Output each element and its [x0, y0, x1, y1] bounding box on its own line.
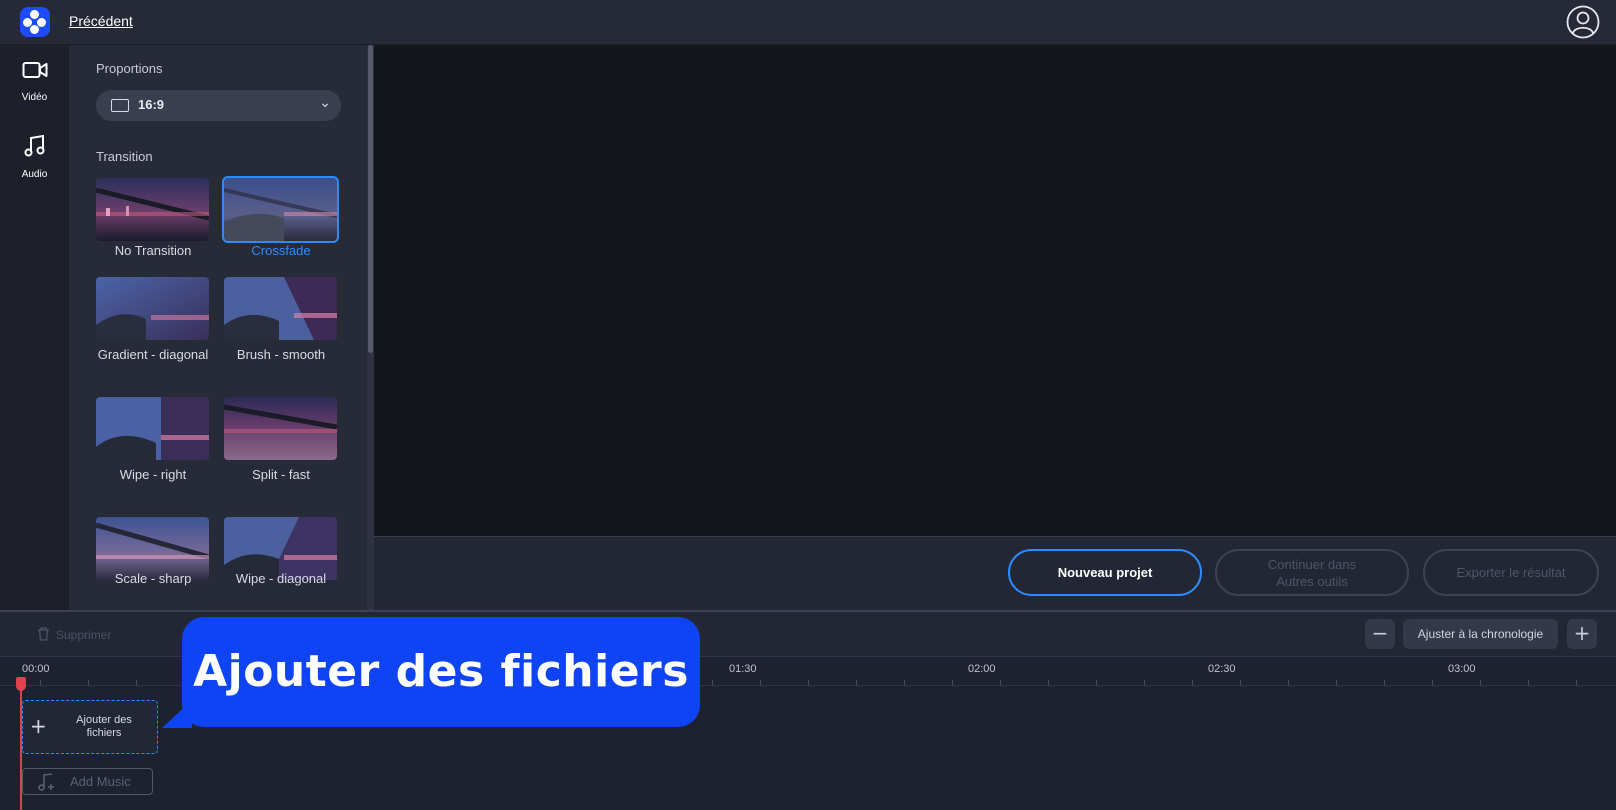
transition-label: Crossfade: [251, 243, 311, 258]
time-label: 03:00: [1448, 663, 1476, 675]
ruler-tick: [1144, 680, 1145, 685]
continue-other-tools-button[interactable]: Continuer dans Autres outils: [1215, 549, 1409, 596]
transition-label: Brush - smooth: [236, 347, 326, 362]
ruler-tick: [1192, 680, 1193, 685]
ruler-tick: [856, 680, 857, 685]
ruler-tick: [1288, 680, 1289, 685]
rail-item-video[interactable]: Vidéo: [0, 45, 69, 120]
transition-label: Wipe - right: [119, 467, 187, 482]
transition-label: No Transition: [114, 243, 192, 258]
ruler-tick: [952, 680, 953, 685]
delete-label: Supprimer: [56, 628, 112, 642]
continue-other-tools-label: Continuer dans Autres outils: [1267, 556, 1357, 589]
ruler-tick: [760, 680, 761, 685]
time-label: 02:30: [1208, 663, 1236, 675]
transition-heading: Transition: [96, 149, 153, 164]
music-note-icon: [24, 134, 44, 157]
trash-icon: [38, 627, 49, 641]
fit-to-timeline-button[interactable]: Ajuster à la chronologie: [1403, 619, 1558, 649]
ruler-tick: [1528, 680, 1529, 685]
transition-label: Gradient - diagonal: [97, 347, 209, 362]
proportions-heading: Proportions: [96, 61, 163, 76]
ruler-tick: [904, 680, 905, 685]
transition-label: Wipe - diagonal: [235, 571, 327, 586]
ruler-tick: [136, 680, 137, 685]
ruler-tick: [1096, 680, 1097, 685]
ruler-tick: [40, 680, 41, 685]
time-label: 00:00: [22, 663, 50, 675]
ruler-tick: [1000, 680, 1001, 685]
time-label: 01:30: [729, 663, 757, 675]
side-rail: Vidéo Audio: [0, 45, 69, 610]
ruler-tick: [1576, 680, 1577, 685]
settings-panel: Proportions 16:9 ⌄ Transition No Transit…: [69, 45, 374, 610]
callout-text: Ajouter des fichiers: [193, 646, 689, 697]
time-label: 02:00: [968, 663, 996, 675]
top-bar: Précédent: [0, 0, 1616, 45]
add-music-button[interactable]: Add Music: [22, 768, 153, 795]
app-logo-icon[interactable]: [20, 7, 50, 37]
ruler-tick: [1480, 680, 1481, 685]
rail-item-label: Vidéo: [21, 92, 48, 103]
video-camera-icon: [22, 62, 47, 78]
export-button[interactable]: Exporter le résultat: [1423, 549, 1599, 596]
transition-thumb-brush-smooth[interactable]: [224, 277, 337, 340]
add-files-label: Ajouter des fichiers: [76, 714, 132, 739]
transition-thumb-no-transition[interactable]: [96, 178, 209, 241]
aspect-ratio-icon: [111, 99, 129, 112]
add-files-button[interactable]: + Ajouter des fichiers: [22, 700, 158, 754]
transition-label: Split - fast: [252, 467, 310, 482]
user-account-icon[interactable]: [1566, 5, 1600, 39]
zoom-out-button[interactable]: −: [1365, 619, 1395, 649]
rail-item-label: Audio: [21, 169, 48, 180]
transition-thumb-split-fast[interactable]: [224, 397, 337, 460]
ruler-tick: [712, 680, 713, 685]
rail-item-audio[interactable]: Audio: [0, 120, 69, 195]
back-link[interactable]: Précédent: [69, 13, 133, 29]
chevron-down-icon: ⌄: [319, 95, 331, 111]
transition-thumb-wipe-right[interactable]: [96, 397, 209, 460]
ruler-tick: [808, 680, 809, 685]
tutorial-callout: Ajouter des fichiers: [182, 617, 700, 727]
transition-thumb-crossfade[interactable]: [222, 176, 339, 243]
plus-icon: +: [30, 714, 47, 738]
music-add-icon: [38, 773, 54, 791]
aspect-ratio-value: 16:9: [138, 97, 165, 112]
new-project-button[interactable]: Nouveau projet: [1008, 549, 1202, 596]
transition-label: Scale - sharp: [114, 571, 192, 586]
video-preview: [374, 45, 1616, 536]
ruler-tick: [1240, 680, 1241, 685]
ruler-tick: [1432, 680, 1433, 685]
ruler-tick: [1336, 680, 1337, 685]
aspect-ratio-select[interactable]: 16:9 ⌄: [96, 90, 341, 121]
add-music-label: Add Music: [70, 774, 131, 789]
ruler-tick: [1384, 680, 1385, 685]
delete-button[interactable]: Supprimer: [37, 627, 111, 642]
ruler-tick: [88, 680, 89, 685]
panel-scrollbar-thumb[interactable]: [368, 45, 373, 353]
ruler-tick: [1048, 680, 1049, 685]
transition-thumb-gradient-diagonal[interactable]: [96, 277, 209, 340]
zoom-in-button[interactable]: +: [1567, 619, 1597, 649]
